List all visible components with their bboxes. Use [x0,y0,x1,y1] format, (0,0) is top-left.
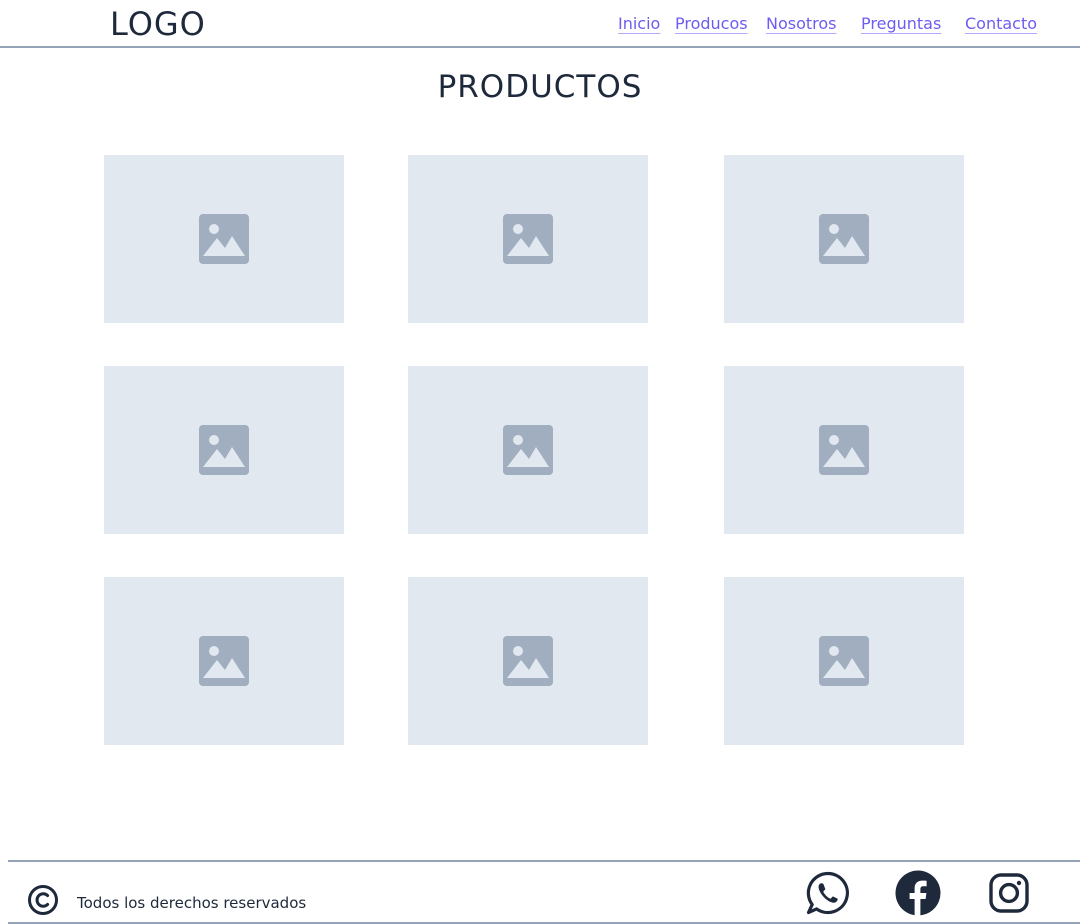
nav-link-contacto[interactable]: Contacto [965,13,1037,35]
nav-link-preguntas[interactable]: Preguntas [861,13,941,35]
site-header: LOGO Inicio Producos Nosotros Preguntas … [0,0,1080,48]
footer-divider [8,860,1080,862]
image-placeholder-icon [199,214,249,264]
product-card[interactable] [408,155,648,323]
product-card[interactable] [104,366,344,534]
image-placeholder-icon [503,425,553,475]
image-placeholder-icon [199,636,249,686]
product-card[interactable] [408,577,648,745]
image-placeholder-icon [819,214,869,264]
copyright-icon [28,885,58,915]
image-placeholder-icon [819,425,869,475]
product-card[interactable] [724,366,964,534]
nav-link-inicio[interactable]: Inicio [618,13,660,35]
product-card[interactable] [724,155,964,323]
image-placeholder-icon [503,214,553,264]
product-card[interactable] [104,577,344,745]
nav-link-productos[interactable]: Producos [675,13,748,35]
product-card[interactable] [408,366,648,534]
whatsapp-icon[interactable] [805,870,851,916]
copyright-text: Todos los derechos reservados [77,894,307,912]
product-card[interactable] [724,577,964,745]
instagram-icon[interactable] [986,870,1032,916]
page-title: PRODUCTOS [437,69,643,105]
product-card[interactable] [104,155,344,323]
facebook-icon[interactable] [895,870,941,916]
nav-link-nosotros[interactable]: Nosotros [766,13,837,35]
site-logo[interactable]: LOGO [110,4,206,44]
image-placeholder-icon [503,636,553,686]
image-placeholder-icon [819,636,869,686]
image-placeholder-icon [199,425,249,475]
